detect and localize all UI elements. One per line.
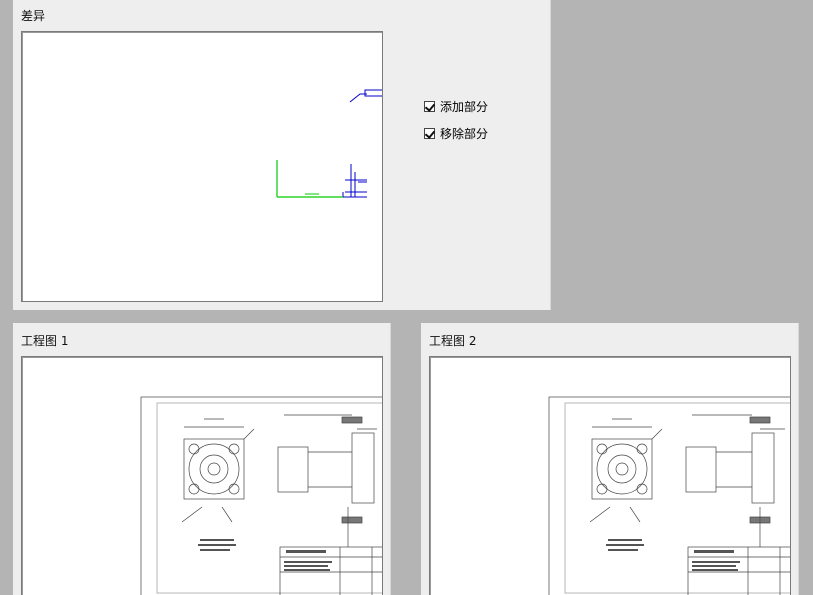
drawing2-title: 工程图 2 [429,334,477,348]
removed-parts-checkbox[interactable] [424,128,435,139]
diff-panel: 差异 添加部分 移除部分 [13,0,551,310]
removed-parts-option[interactable]: 移除部分 [424,125,488,142]
drawing2-sheet [548,396,790,595]
drawing2-panel: 工程图 2 [421,323,799,595]
drawing2-canvas[interactable] [429,356,791,595]
drawing1-title: 工程图 1 [21,334,69,348]
drawing1-canvas[interactable] [21,356,383,595]
drawing1-sheet [140,396,382,595]
removed-parts-label: 移除部分 [440,127,489,141]
added-parts-label: 添加部分 [440,100,489,114]
added-overlay [276,160,343,198]
diff-drawing [276,89,382,198]
removed-overlay [342,89,382,198]
added-parts-checkbox[interactable] [424,101,435,112]
drawing1-panel: 工程图 1 [13,323,391,595]
added-parts-option[interactable]: 添加部分 [424,98,488,115]
diff-canvas[interactable] [21,31,383,302]
diff-panel-title: 差异 [21,9,46,23]
